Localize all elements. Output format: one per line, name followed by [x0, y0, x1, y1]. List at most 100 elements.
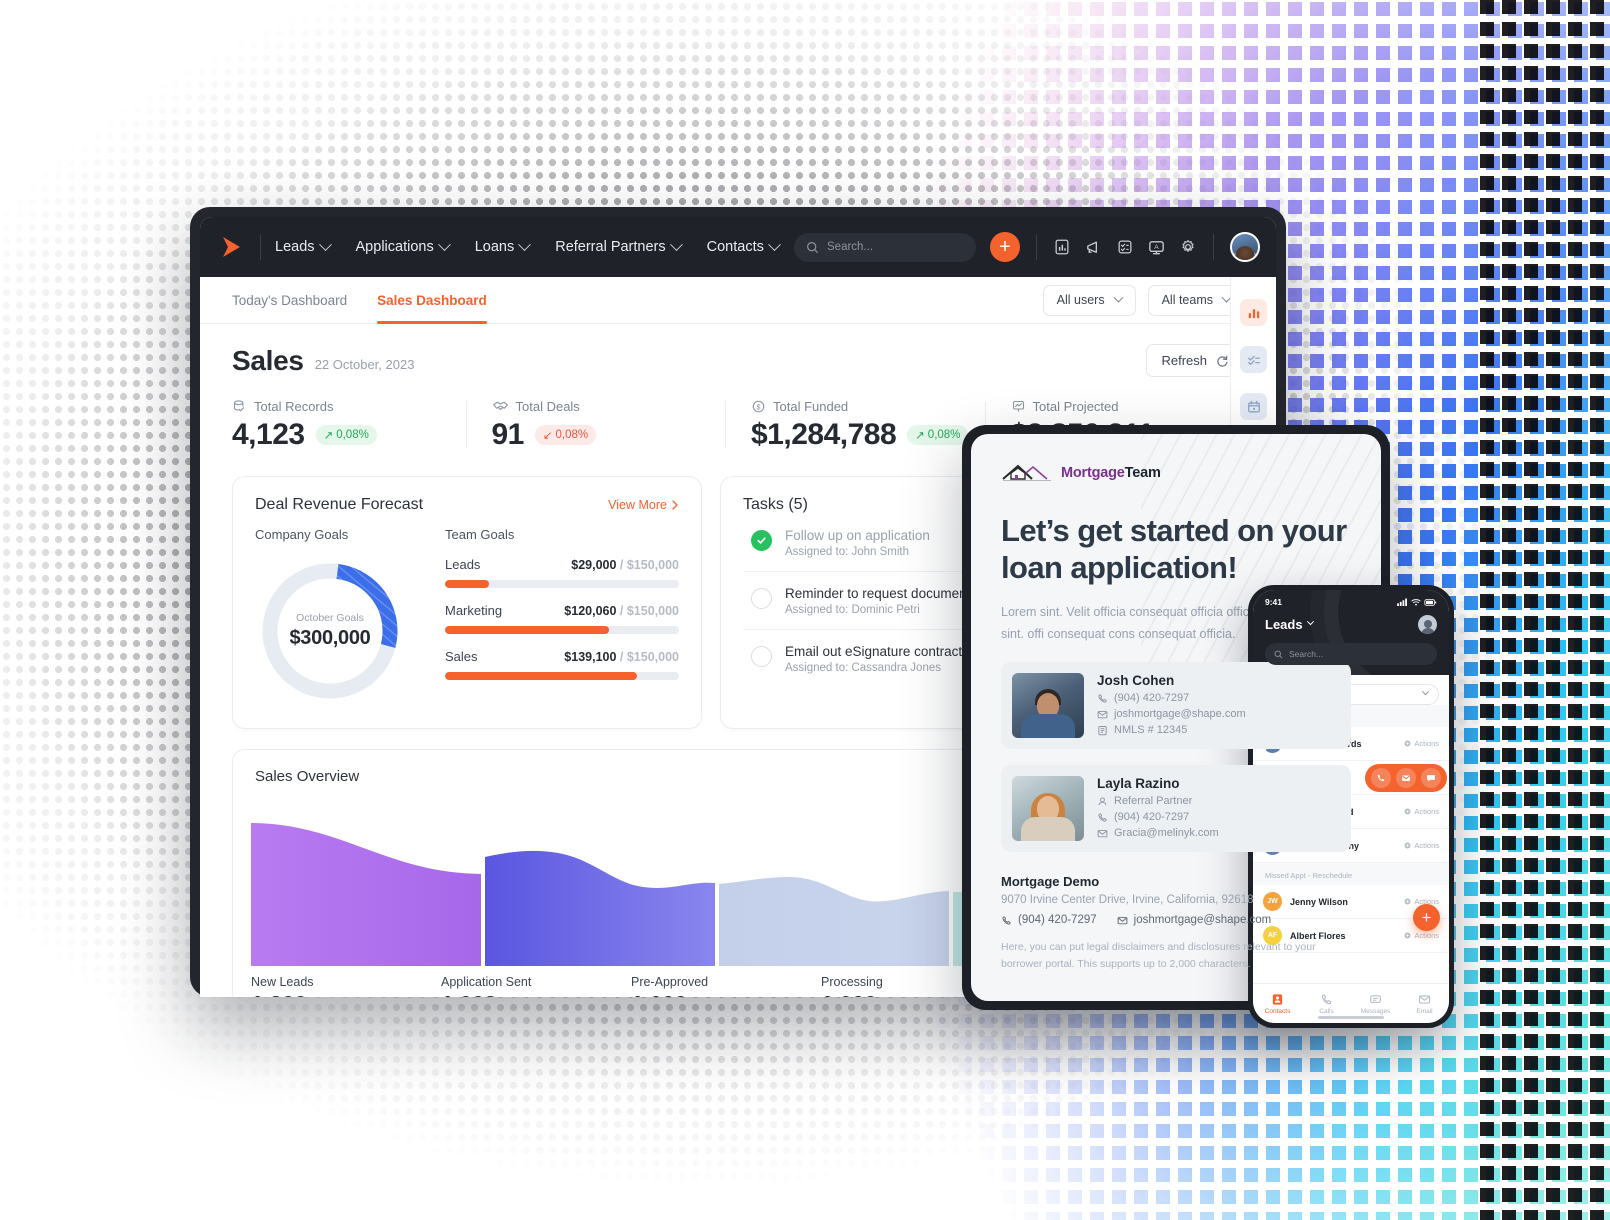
call-icon — [1377, 774, 1385, 781]
phone-search-input[interactable]: Search... — [1265, 643, 1437, 665]
phone-home-indicator — [1318, 1016, 1384, 1019]
screenshare-icon[interactable]: A — [1147, 238, 1166, 257]
report-icon[interactable] — [1053, 238, 1071, 256]
shape-logo-icon[interactable] — [216, 232, 246, 262]
phone-add-lead-fab[interactable]: + — [1413, 904, 1440, 931]
phone-icon — [1098, 694, 1107, 703]
svg-text:$: $ — [757, 403, 761, 411]
contact-card-layla-razino[interactable]: Layla Razino Referral Partner (904) 420-… — [1001, 765, 1351, 853]
goal-top-row: Leads $29,000 / $150,000 — [445, 557, 679, 572]
goal-top-row: Marketing $120,060 / $150,000 — [445, 603, 679, 618]
megaphone-icon[interactable] — [1084, 238, 1103, 257]
contact-nmls: NMLS # 12345 — [1114, 724, 1188, 737]
goal-numbers: $120,060 / $150,000 — [564, 604, 679, 618]
messages-icon — [1370, 994, 1381, 1003]
tasklist-icon[interactable] — [1116, 238, 1134, 256]
nav-item-leads[interactable]: Leads — [275, 237, 332, 255]
delta-value: 0,08% — [336, 429, 369, 441]
check-icon — [757, 537, 766, 544]
company-goals-donut: October Goals $300,000 — [255, 556, 405, 706]
kpi-label-row: Total Deals — [492, 399, 726, 414]
kpi-total-funded: $ Total Funded $1,284,788 ↗ 0,08% — [725, 399, 985, 452]
checklist-icon — [1247, 355, 1260, 365]
contact-photo — [1012, 673, 1084, 739]
kpi-label: Total Projected — [1032, 399, 1119, 414]
donut-center-text: October Goals $300,000 — [255, 556, 405, 706]
swipe-action-tray — [1365, 763, 1447, 792]
nav-divider — [260, 234, 261, 260]
database-check-icon — [233, 400, 245, 412]
status-time: 9:41 — [1265, 597, 1283, 607]
row-actions-button[interactable]: Actions — [1404, 807, 1439, 816]
stage-value: 1,200 — [251, 991, 441, 997]
phone-user-avatar[interactable] — [1418, 615, 1437, 634]
deal-revenue-forecast-card: Deal Revenue Forecast View More Company … — [232, 476, 702, 729]
nav-item-referral-partners[interactable]: Referral Partners — [555, 237, 683, 255]
phone-icon — [1002, 916, 1011, 925]
tab-todays-dashboard[interactable]: Today's Dashboard — [232, 277, 347, 324]
swipe-call-button[interactable] — [1371, 767, 1391, 788]
mortgage-team-logo: MortgageTeam — [1001, 460, 1351, 486]
phone-nav-email[interactable]: Email — [1400, 984, 1449, 1023]
dashboard-filters: All users All teams — [1042, 284, 1244, 316]
swipe-email-button[interactable] — [1396, 767, 1416, 788]
phone-module-selector[interactable]: Leads — [1265, 617, 1314, 632]
tab-sales-dashboard[interactable]: Sales Dashboard — [377, 277, 487, 324]
nav-right-cluster: Search... + A — [794, 232, 1260, 262]
kpi-label-row: Total Records — [232, 399, 466, 414]
row-actions-button[interactable]: Actions — [1404, 841, 1439, 850]
contact-phone-line: (904) 420-7297 — [1097, 692, 1246, 704]
refresh-icon — [1217, 355, 1228, 367]
legal-disclaimer: Here, you can put legal disclaimers and … — [1001, 941, 1316, 970]
kpi-label-row: $ Total Funded — [751, 399, 985, 414]
gear-icon[interactable] — [1179, 238, 1197, 256]
contact-photo — [1012, 776, 1084, 842]
swipe-message-button[interactable] — [1421, 767, 1441, 788]
chevron-right-icon — [672, 500, 678, 510]
company-phone-line: (904) 420-7297 — [1001, 914, 1097, 926]
company-email-line: joshmortgage@shape.com — [1117, 914, 1271, 926]
phone-status-bar: 9:41 — [1265, 597, 1437, 607]
contact-card-josh-cohen[interactable]: Josh Cohen (904) 420-7297 joshmortgage@s… — [1001, 662, 1351, 750]
rail-button-calendar[interactable] — [1240, 393, 1267, 420]
phone-nav-contacts[interactable]: Contacts — [1253, 984, 1302, 1023]
nav-label: Messages — [1360, 1007, 1391, 1015]
phone-icon — [1098, 813, 1107, 822]
user-avatar[interactable] — [1230, 232, 1260, 262]
rail-button-reports[interactable] — [1240, 299, 1267, 326]
logo-wordmark: MortgageTeam — [1061, 465, 1161, 481]
goal-top-row: Sales $139,100 / $150,000 — [445, 649, 679, 664]
row-actions-button[interactable]: Actions — [1404, 931, 1439, 940]
global-search-input[interactable]: Search... — [794, 232, 976, 262]
kpi-delta-badge: ↗ 0,08% — [315, 425, 377, 445]
contact-nmls-line: NMLS # 12345 — [1097, 724, 1246, 736]
goal-name: Leads — [445, 557, 481, 572]
view-more-link[interactable]: View More — [608, 498, 679, 512]
contact-phone: (904) 420-7297 — [1114, 692, 1190, 705]
search-placeholder: Search... — [827, 241, 874, 253]
nav-item-applications[interactable]: Applications — [356, 237, 451, 255]
kpi-label: Total Records — [254, 399, 334, 414]
nav-item-contacts[interactable]: Contacts — [706, 237, 781, 255]
nav-item-loans[interactable]: Loans — [475, 237, 532, 255]
task-title: Reminder to request documents — [785, 586, 978, 601]
calls-icon — [1321, 994, 1332, 1004]
task-checkbox[interactable] — [751, 646, 772, 667]
filter-all-users[interactable]: All users — [1042, 284, 1136, 316]
rail-button-tasks[interactable] — [1240, 346, 1267, 373]
quick-add-button[interactable]: + — [990, 232, 1020, 262]
task-checkbox[interactable] — [751, 588, 772, 609]
row-actions-button[interactable]: Actions — [1404, 739, 1439, 748]
forecast-body: Company Goals October Goals $300,000 Tea… — [255, 514, 679, 706]
delta-arrow-down-icon: ↙ — [542, 430, 553, 442]
dollar-circle-icon: $ — [752, 400, 765, 413]
task-checkbox[interactable] — [751, 530, 772, 551]
team-goals-label: Team Goals — [445, 527, 515, 542]
mail-icon — [1097, 710, 1108, 718]
contact-name: Josh Cohen — [1097, 673, 1175, 689]
task-assignee: Assigned to: Dominic Petri — [785, 604, 920, 616]
nav-label: Contacts — [706, 239, 764, 255]
borrower-portal-heading: Let’s get started on your loan applicati… — [1001, 513, 1347, 586]
phone-search-placeholder: Search... — [1289, 649, 1324, 659]
stage-name: Pre-Approved — [631, 975, 709, 989]
